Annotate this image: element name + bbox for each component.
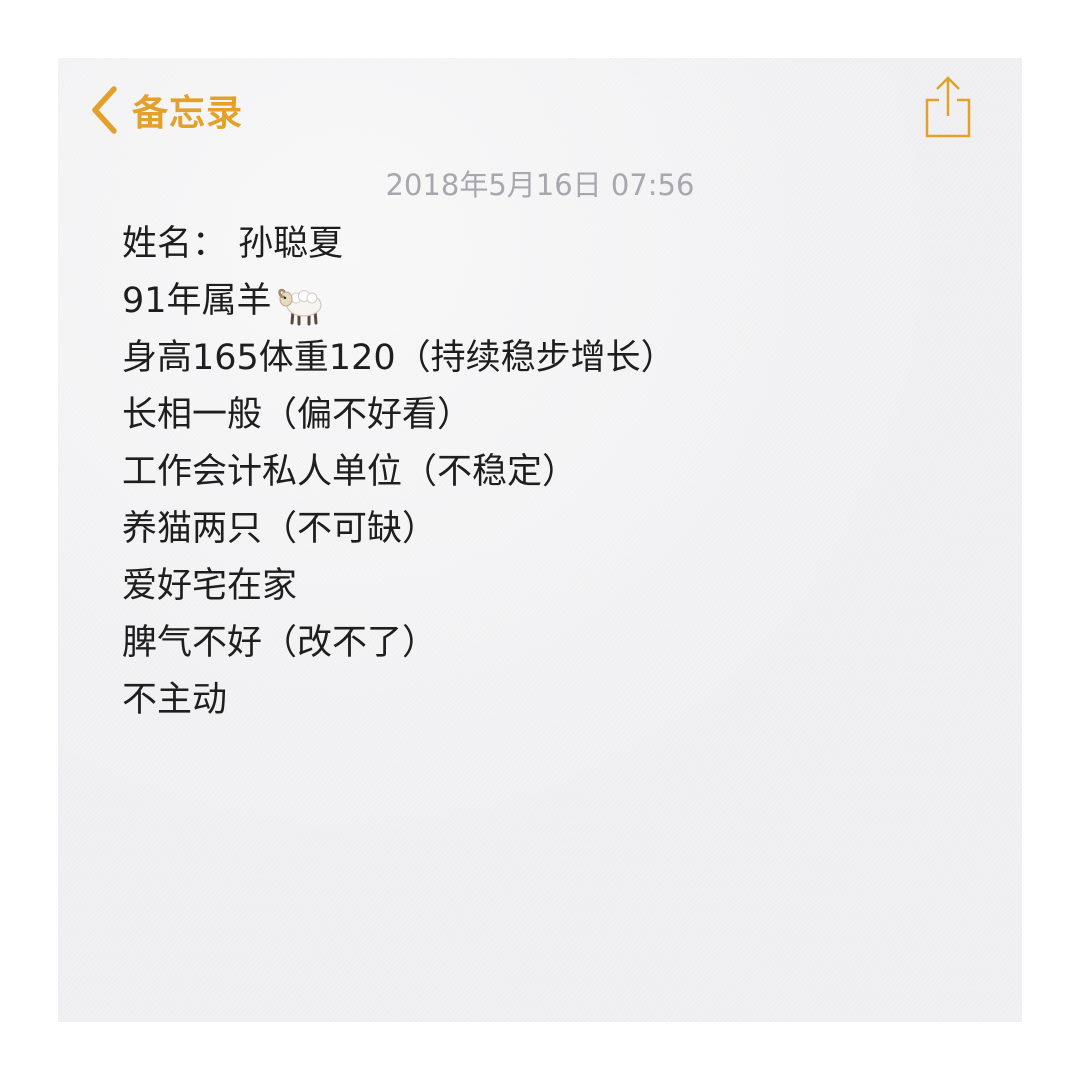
note-line-text: 姓名： 孙聪夏	[122, 224, 344, 264]
screenshot-frame: 备忘录 2018年5月16日 07:56 姓名： 孙聪夏 91年属羊 身高165…	[0, 0, 1080, 1080]
note-line-text: 脾气不好（改不了）	[122, 623, 438, 663]
note-line: 脾气不好（改不了）	[122, 615, 982, 672]
note-line: 姓名： 孙聪夏	[122, 216, 982, 273]
note-line: 不主动	[122, 672, 982, 729]
share-button[interactable]	[922, 74, 974, 140]
navigation-bar: 备忘录	[58, 58, 1022, 168]
note-line-text: 不主动	[122, 680, 228, 720]
note-line-text: 长相一般（偏不好看）	[122, 395, 473, 435]
note-line: 长相一般（偏不好看）	[122, 387, 982, 444]
note-line-text: 养猫两只（不可缺）	[122, 509, 438, 549]
note-line: 身高165体重120（持续稳步增长）	[122, 330, 982, 387]
note-line: 爱好宅在家	[122, 558, 982, 615]
note-page: 备忘录 2018年5月16日 07:56 姓名： 孙聪夏 91年属羊 身高165…	[58, 58, 1022, 1022]
note-timestamp: 2018年5月16日 07:56	[385, 168, 695, 202]
chevron-left-icon	[90, 85, 118, 135]
note-line-text: 身高165体重120（持续稳步增长）	[122, 338, 676, 378]
back-button[interactable]: 备忘录	[90, 80, 243, 140]
back-label: 备忘录	[132, 93, 244, 134]
note-line: 工作会计私人单位（不稳定）	[122, 444, 982, 501]
sheep-emoji-icon	[276, 277, 326, 327]
note-line: 91年属羊	[122, 273, 982, 330]
note-line-text: 91年属羊	[122, 281, 272, 321]
share-icon	[922, 76, 974, 144]
note-line-text: 爱好宅在家	[122, 566, 298, 606]
note-body[interactable]: 姓名： 孙聪夏 91年属羊 身高165体重120（持续稳步增长） 长相一般（偏不…	[122, 216, 982, 729]
note-line-text: 工作会计私人单位（不稳定）	[122, 452, 578, 492]
note-line: 养猫两只（不可缺）	[122, 501, 982, 558]
